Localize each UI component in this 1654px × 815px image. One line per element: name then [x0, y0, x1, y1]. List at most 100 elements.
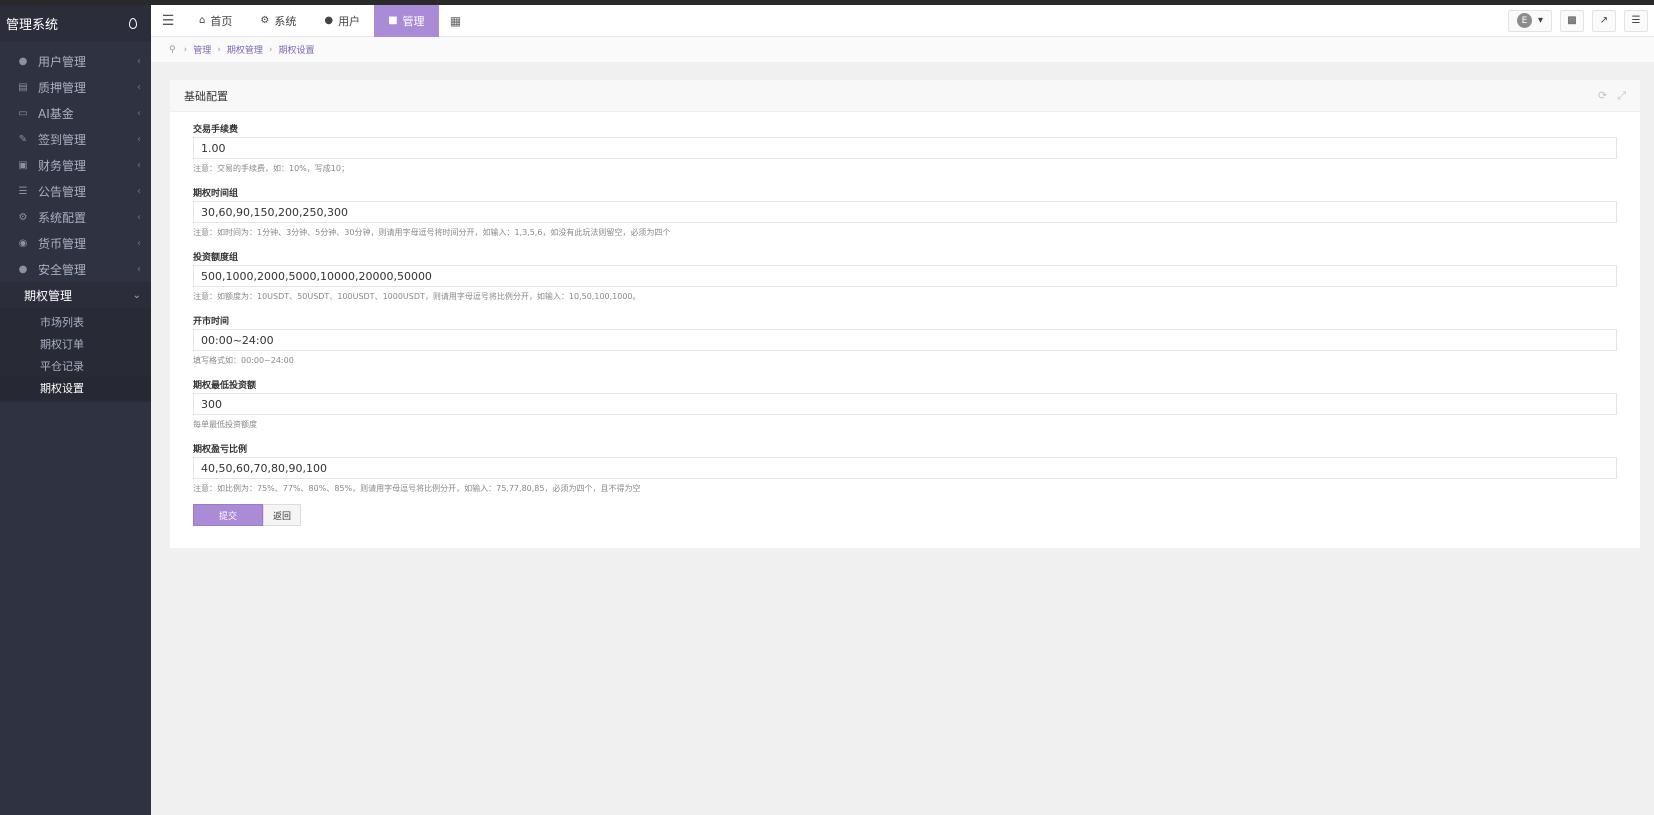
user-icon: ●	[324, 15, 334, 26]
submit-button[interactable]: 提交	[193, 504, 263, 526]
sidebar-item-label: 用户管理	[38, 54, 87, 69]
sidebar-item-pledge[interactable]: ▤ 质押管理 ‹	[0, 74, 151, 100]
trash-button[interactable]: ▩	[1560, 9, 1584, 32]
sidebar-item-currency[interactable]: ◉ 货币管理 ‹	[0, 230, 151, 256]
market-hours-input[interactable]: 00:00~24:00	[193, 329, 1617, 351]
briefcase-icon: ■	[388, 15, 398, 26]
sidebar-item-label: 货币管理	[38, 236, 87, 251]
time-group-input[interactable]: 30,60,90,150,200,250,300	[193, 201, 1617, 223]
panel-body: 交易手续费 1.00 注意：交易的手续费，如：10%，写成10； 期权时间组 3…	[170, 112, 1640, 526]
panel-title: 基础配置	[184, 89, 228, 103]
sidebar-item-label: 公告管理	[38, 184, 87, 199]
tab-label: 系统	[274, 14, 297, 28]
list-icon: ☰	[18, 185, 28, 197]
field-time-group: 期权时间组 30,60,90,150,200,250,300 注意：如时间为：1…	[193, 184, 1617, 241]
app-title: 管理系统	[6, 18, 59, 33]
navbar-right: E ▾ ▩ ↗ ☰	[1507, 9, 1654, 32]
edit-icon: ✎	[18, 133, 28, 145]
panel-tools: ⟳ ⤢	[1598, 89, 1626, 103]
book-icon: ▣	[18, 159, 28, 171]
tab-home[interactable]: ⌂ 首页	[185, 5, 246, 37]
chevron-left-icon: ‹	[137, 185, 141, 197]
tab-user[interactable]: ● 用户	[310, 5, 374, 37]
sidebar-item-options[interactable]: 期权管理 ⌄	[0, 282, 151, 308]
sidebar-item-label: 系统配置	[38, 210, 87, 225]
field-label: 开市时间	[193, 317, 230, 327]
sidebar-menu: ● 用户管理 ‹ ▤ 质押管理 ‹ ▭ AI基金 ‹ ✎ 签到管理 ‹ ▣ 财务…	[0, 48, 151, 308]
user-icon: ●	[18, 55, 28, 67]
sidebar-item-label: 财务管理	[38, 158, 87, 173]
sidebar-submenu-options: 市场列表 期权订单 平仓记录 期权设置	[0, 308, 151, 402]
sidebar-subitem-option-orders[interactable]: 期权订单	[0, 333, 151, 355]
sidebar-item-label: 期权管理	[24, 288, 73, 303]
refresh-icon[interactable]: ⟳	[1598, 89, 1607, 103]
field-market-hours: 开市时间 00:00~24:00 填写格式如：00:00~24:00	[193, 312, 1617, 369]
sidebar-subitem-market-list[interactable]: 市场列表	[0, 311, 151, 333]
trash-icon: ▩	[1567, 15, 1577, 26]
sidebar-item-label: 签到管理	[38, 132, 87, 147]
field-hint: 注意：如额度为：10USDT、50USDT、100USDT、1000USDT，则…	[193, 291, 641, 301]
config-panel: 基础配置 ⟳ ⤢ 交易手续费 1.00 注意：交易的手续费，如：10%，写成10…	[170, 80, 1640, 548]
theme-drop-icon[interactable]	[129, 18, 137, 29]
monitor-icon: ▭	[18, 107, 28, 119]
field-fee: 交易手续费 1.00 注意：交易的手续费，如：10%，写成10；	[193, 120, 1617, 177]
back-button[interactable]: 返回	[263, 504, 301, 526]
form-actions: 提交 返回	[193, 504, 1617, 526]
breadcrumb: ⚲ › 管理 › 期权管理 › 期权设置	[151, 37, 1654, 62]
menu-icon: ☰	[1631, 15, 1641, 26]
breadcrumb-item[interactable]: 期权管理	[227, 43, 263, 56]
field-label: 期权盈亏比例	[193, 445, 248, 455]
field-min-invest: 期权最低投资额 300 每单最低投资额度	[193, 376, 1617, 433]
sidebar-item-security[interactable]: ● 安全管理 ‹	[0, 256, 151, 282]
field-hint: 注意：如时间为：1分钟、3分钟、5分钟、30分钟，则请用字母逗号将时间分开，如输…	[193, 227, 671, 237]
menu-toggle-icon[interactable]: ☰	[151, 5, 185, 37]
breadcrumb-separator: ›	[268, 44, 273, 55]
sidebar-subitem-close-records[interactable]: 平仓记录	[0, 355, 151, 377]
map-marker-icon: ⚲	[169, 44, 176, 55]
chevron-left-icon: ‹	[137, 159, 141, 171]
tab-label: 用户	[338, 14, 361, 28]
chevron-left-icon: ‹	[137, 107, 141, 119]
field-hint: 填写格式如：00:00~24:00	[193, 355, 294, 365]
sidebar-item-label: AI基金	[38, 106, 74, 121]
chevron-left-icon: ‹	[137, 263, 141, 275]
expand-icon[interactable]: ⤢	[1617, 89, 1626, 103]
sidebar-item-system-config[interactable]: ⚙ 系统配置 ‹	[0, 204, 151, 230]
panel-header: 基础配置 ⟳ ⤢	[170, 80, 1640, 112]
sidebar-item-notice[interactable]: ☰ 公告管理 ‹	[0, 178, 151, 204]
sidebar: 管理系统 ● 用户管理 ‹ ▤ 质押管理 ‹ ▭ AI基金 ‹ ✎ 签到管理 ‹…	[0, 5, 151, 815]
sidebar-item-checkin[interactable]: ✎ 签到管理 ‹	[0, 126, 151, 152]
brand: 管理系统	[0, 5, 151, 42]
menu-button[interactable]: ☰	[1624, 9, 1648, 32]
tab-label: 首页	[210, 14, 233, 28]
credit-card-icon: ▤	[18, 81, 28, 93]
tab-manage[interactable]: ■ 管理	[374, 4, 439, 37]
sidebar-item-user[interactable]: ● 用户管理 ‹	[0, 48, 151, 74]
fee-input[interactable]: 1.00	[193, 137, 1617, 159]
breadcrumb-separator: ›	[183, 44, 188, 55]
sidebar-item-finance[interactable]: ▣ 财务管理 ‹	[0, 152, 151, 178]
external-link-button[interactable]: ↗	[1592, 9, 1616, 32]
amount-group-input[interactable]: 500,1000,2000,5000,10000,20000,50000	[193, 265, 1617, 287]
tab-label: 管理	[402, 14, 425, 28]
user-dropdown-button[interactable]: E ▾	[1507, 9, 1552, 32]
tab-system[interactable]: ⚙ 系统	[246, 5, 310, 37]
field-label: 投资额度组	[193, 253, 239, 263]
gear-icon: ⚙	[260, 15, 270, 26]
avatar: E	[1516, 13, 1532, 28]
breadcrumb-separator: ›	[217, 44, 221, 55]
home-icon: ⌂	[199, 15, 206, 26]
caret-down-icon: ▾	[1537, 15, 1543, 26]
profit-ratio-input[interactable]: 40,50,60,70,80,90,100	[193, 457, 1617, 479]
min-invest-input[interactable]: 300	[193, 393, 1617, 415]
cogs-icon: ⚙	[18, 211, 28, 223]
breadcrumb-item[interactable]: 期权设置	[278, 43, 314, 56]
external-link-icon: ↗	[1599, 15, 1609, 26]
field-hint: 注意：交易的手续费，如：10%，写成10；	[193, 163, 349, 173]
breadcrumb-item[interactable]: 管理	[193, 43, 211, 56]
sidebar-item-ai-fund[interactable]: ▭ AI基金 ‹	[0, 100, 151, 126]
sidebar-subitem-option-settings[interactable]: 期权设置	[0, 377, 151, 399]
coin-icon: ◉	[18, 237, 28, 249]
grid-icon[interactable]: ▦	[439, 5, 473, 37]
field-label: 交易手续费	[193, 125, 239, 135]
